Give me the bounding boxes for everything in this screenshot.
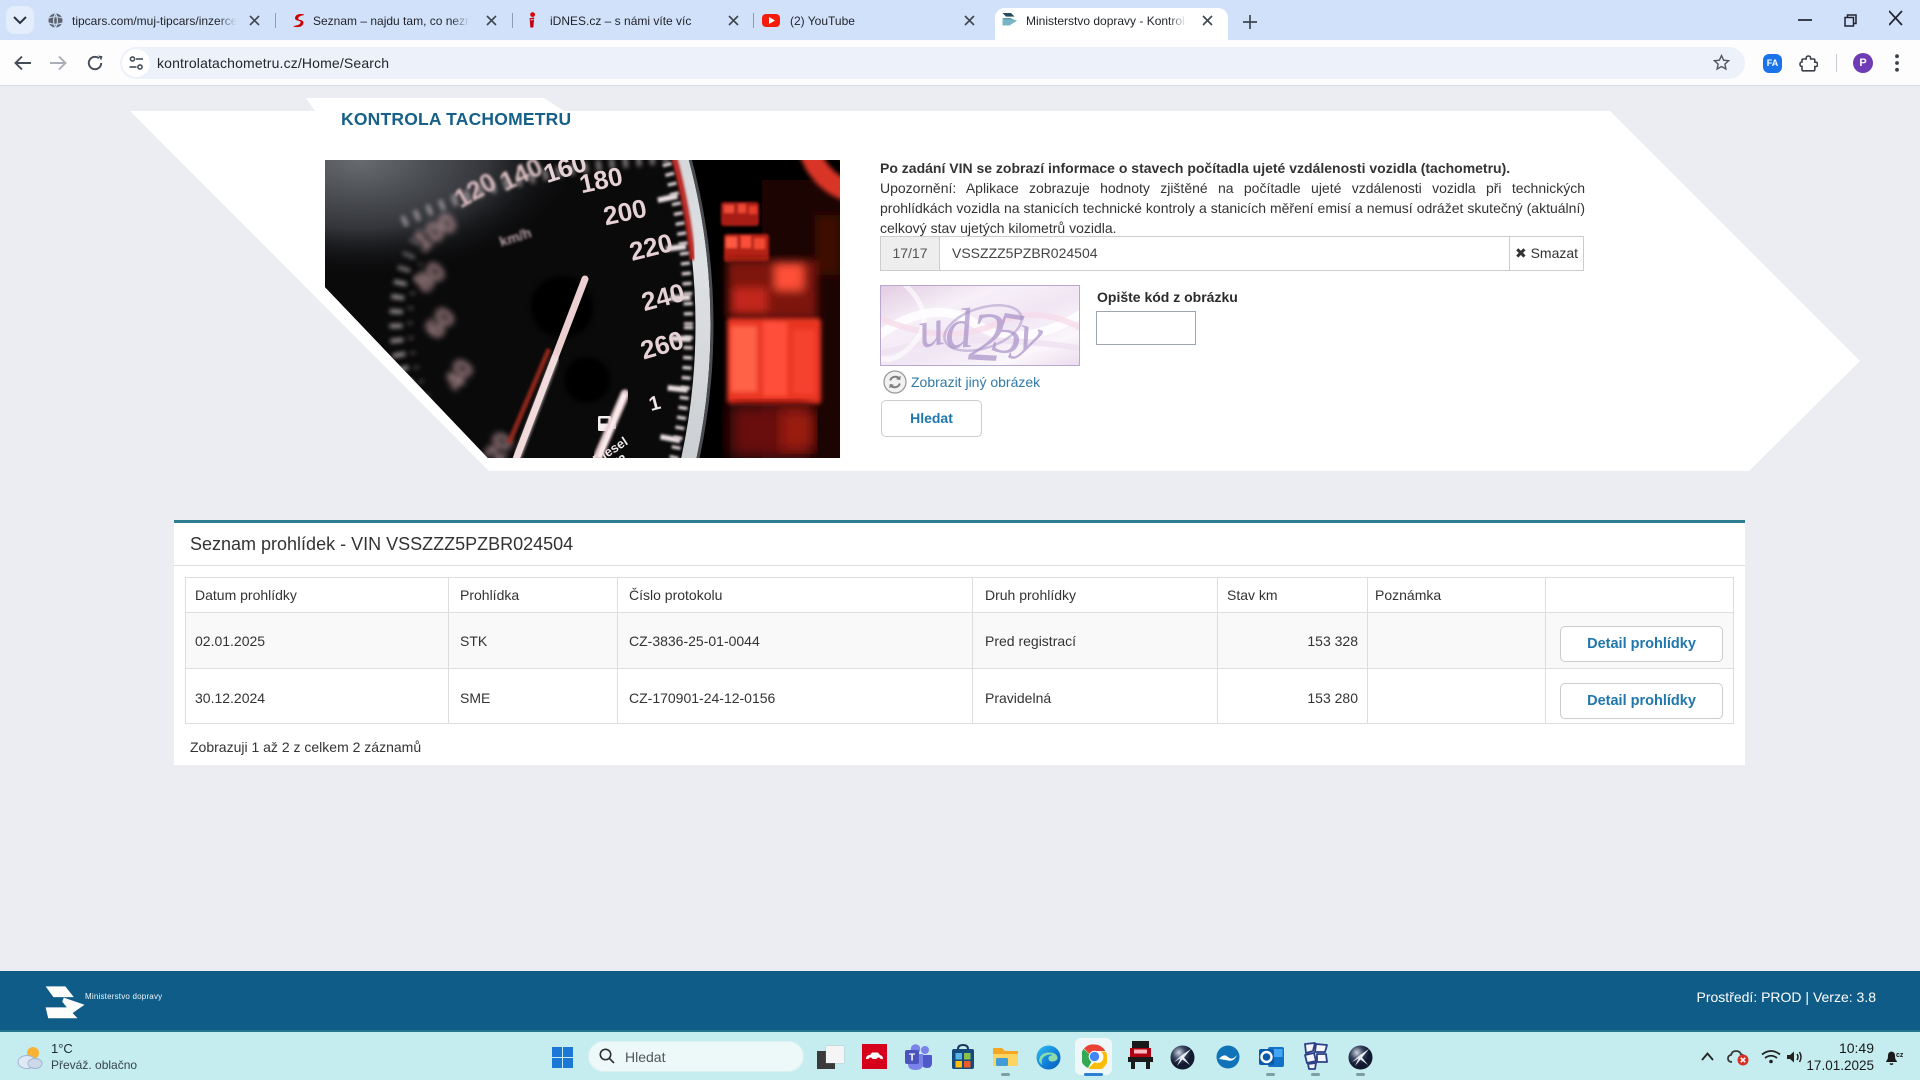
svg-text:cz: cz: [1896, 1052, 1903, 1059]
svg-text:T: T: [909, 1053, 915, 1064]
